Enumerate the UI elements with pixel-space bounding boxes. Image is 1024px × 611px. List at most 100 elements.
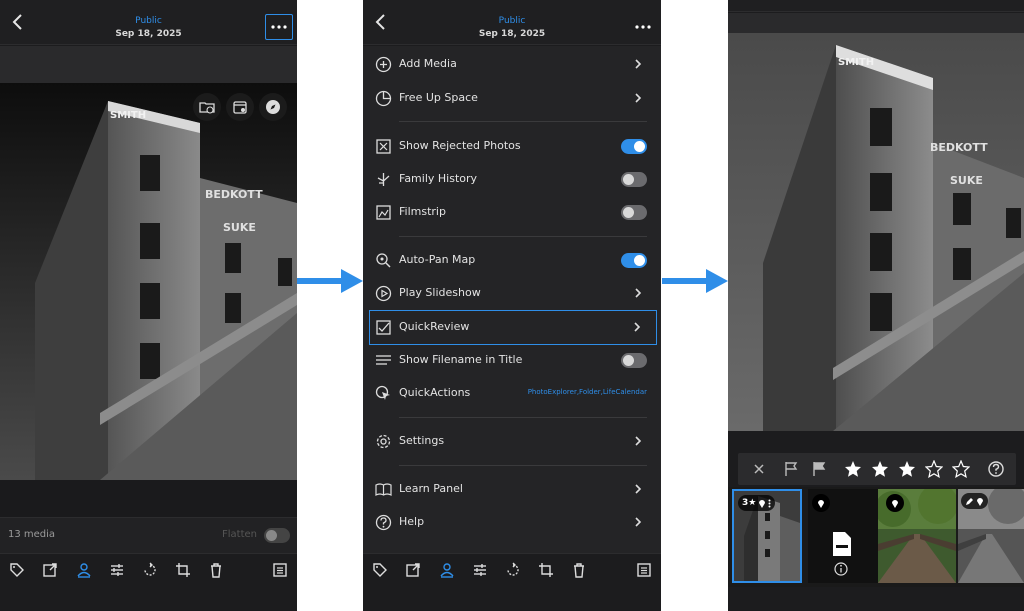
menu-item-label: Show Filename in Title [399, 353, 523, 366]
trash-icon[interactable] [208, 562, 224, 578]
adjust-icon[interactable] [472, 562, 488, 578]
filmstrip-icon [376, 205, 391, 220]
svg-text:BEDKOTT: BEDKOTT [205, 188, 263, 201]
menu-item-play-slideshow[interactable]: Play Slideshow [363, 277, 661, 309]
folder-clock-icon [199, 102, 215, 114]
list-icon[interactable] [636, 562, 652, 578]
svg-text:SUKE: SUKE [950, 174, 983, 187]
location-pin-icon [818, 500, 824, 508]
tag-icon[interactable] [372, 562, 388, 578]
rating-gap [728, 431, 1024, 453]
star-filled-icon[interactable] [898, 460, 916, 478]
show-rejected-toggle[interactable] [621, 139, 647, 154]
menu-item-free-up-space[interactable]: Free Up Space [363, 82, 661, 114]
menu-item-help[interactable]: Help [363, 506, 661, 538]
star-outline-icon[interactable] [952, 460, 970, 478]
people-icon[interactable] [439, 562, 455, 578]
options-menu: Add Media Free Up Space Show Rejected Ph… [363, 46, 661, 553]
rotate-icon[interactable] [505, 562, 521, 578]
chevron-right-icon [635, 59, 642, 69]
star-filled-icon[interactable] [871, 460, 889, 478]
menu-item-quickreview[interactable]: QuickReview [369, 310, 657, 345]
help-circle-icon[interactable] [987, 460, 1005, 478]
rotate-icon[interactable] [142, 562, 158, 578]
star-filled-icon[interactable] [844, 460, 862, 478]
menu-divider [399, 236, 647, 237]
chevron-right-icon [634, 322, 641, 332]
adjust-icon[interactable] [109, 562, 125, 578]
svg-text:SMITH: SMITH [110, 110, 146, 121]
more-menu-button[interactable] [265, 14, 293, 40]
menu-item-show-filename[interactable]: Show Filename in Title [363, 344, 661, 376]
play-circle-icon [375, 285, 392, 302]
top-strip [728, 0, 1024, 12]
menu-item-quickactions[interactable]: QuickActions PhotoExplorer,Folder,LifeCa… [363, 377, 661, 409]
menu-item-family-history[interactable]: Family History [363, 163, 661, 195]
pin-badge [886, 494, 904, 512]
svg-text:SUKE: SUKE [223, 221, 256, 234]
menu-item-show-rejected-photos[interactable]: Show Rejected Photos [363, 130, 661, 162]
filmstrip-toggle[interactable] [621, 205, 647, 220]
calendar-button[interactable] [226, 93, 254, 121]
quickreview-panel: BEDKOTT SUKE SMITH 3★ [728, 0, 1024, 611]
quickreview-icon [376, 320, 391, 335]
flatten-label: Flatten [222, 529, 257, 540]
flatten-toggle[interactable] [264, 528, 290, 543]
location-pin-icon [892, 500, 898, 508]
album-title: Public [135, 16, 162, 26]
menu-divider [399, 417, 647, 418]
info-icon[interactable] [834, 562, 848, 576]
show-filename-toggle[interactable] [621, 353, 647, 368]
gear-icon [376, 434, 391, 449]
share-icon[interactable] [405, 562, 421, 578]
menu-item-filmstrip[interactable]: Filmstrip [363, 196, 661, 228]
bottom-toolbar [0, 553, 297, 585]
chevron-right-icon [635, 517, 642, 527]
building-photo[interactable]: BEDKOTT SUKE SMITH [0, 83, 297, 480]
menu-item-label: Settings [399, 434, 445, 447]
thumbnail-bridge-color[interactable] [878, 489, 956, 583]
rating-badge-text: 3★ [742, 498, 757, 508]
menu-divider [399, 121, 647, 122]
list-icon[interactable] [272, 562, 288, 578]
menu-item-auto-pan-map[interactable]: Auto-Pan Map [363, 244, 661, 276]
people-icon[interactable] [76, 562, 92, 578]
menu-item-settings[interactable]: Settings [363, 425, 661, 457]
share-icon[interactable] [42, 562, 58, 578]
flag-outline-icon[interactable] [782, 460, 800, 478]
thumb-badge: 3★ [738, 495, 776, 511]
chevron-right-icon [635, 484, 642, 494]
menu-divider [399, 465, 647, 466]
thumbnail-file[interactable] [808, 489, 878, 583]
arrow-right-icon [297, 269, 363, 293]
thumbnail-bridge-bw[interactable] [958, 489, 1024, 583]
flag-reject-icon[interactable] [810, 460, 828, 478]
crop-rotate-icon[interactable] [538, 562, 554, 578]
header: Public Sep 18, 2025 [0, 0, 297, 45]
close-icon[interactable] [750, 460, 768, 478]
file-icon [833, 532, 851, 556]
header: Public Sep 18, 2025 [363, 0, 661, 45]
menu-item-label: Add Media [399, 57, 457, 70]
review-photo[interactable]: BEDKOTT SUKE SMITH [728, 33, 1024, 431]
star-outline-icon[interactable] [925, 460, 943, 478]
crop-rotate-icon[interactable] [175, 562, 191, 578]
menu-item-label: QuickActions [399, 386, 471, 399]
folder-clock-button[interactable] [193, 93, 221, 121]
more-menu-button[interactable] [629, 14, 657, 40]
rating-bar [738, 453, 1016, 485]
media-info-bar: 13 media Flatten [0, 517, 297, 553]
compass-button[interactable] [259, 93, 287, 121]
thumbnail-selected[interactable]: 3★ [732, 489, 802, 583]
location-pin-icon [759, 500, 766, 508]
menu-item-learn-panel[interactable]: Learn Panel [363, 473, 661, 505]
quickactions-value: PhotoExplorer,Folder,LifeCalendar [527, 388, 647, 396]
tag-icon[interactable] [9, 562, 25, 578]
svg-text:SMITH: SMITH [838, 57, 874, 68]
auto-pan-map-toggle[interactable] [621, 253, 647, 268]
menu-item-add-media[interactable]: Add Media [363, 48, 661, 80]
family-history-toggle[interactable] [621, 172, 647, 187]
book-icon [375, 483, 392, 496]
trash-icon[interactable] [571, 562, 587, 578]
help-circle-icon [375, 514, 392, 531]
